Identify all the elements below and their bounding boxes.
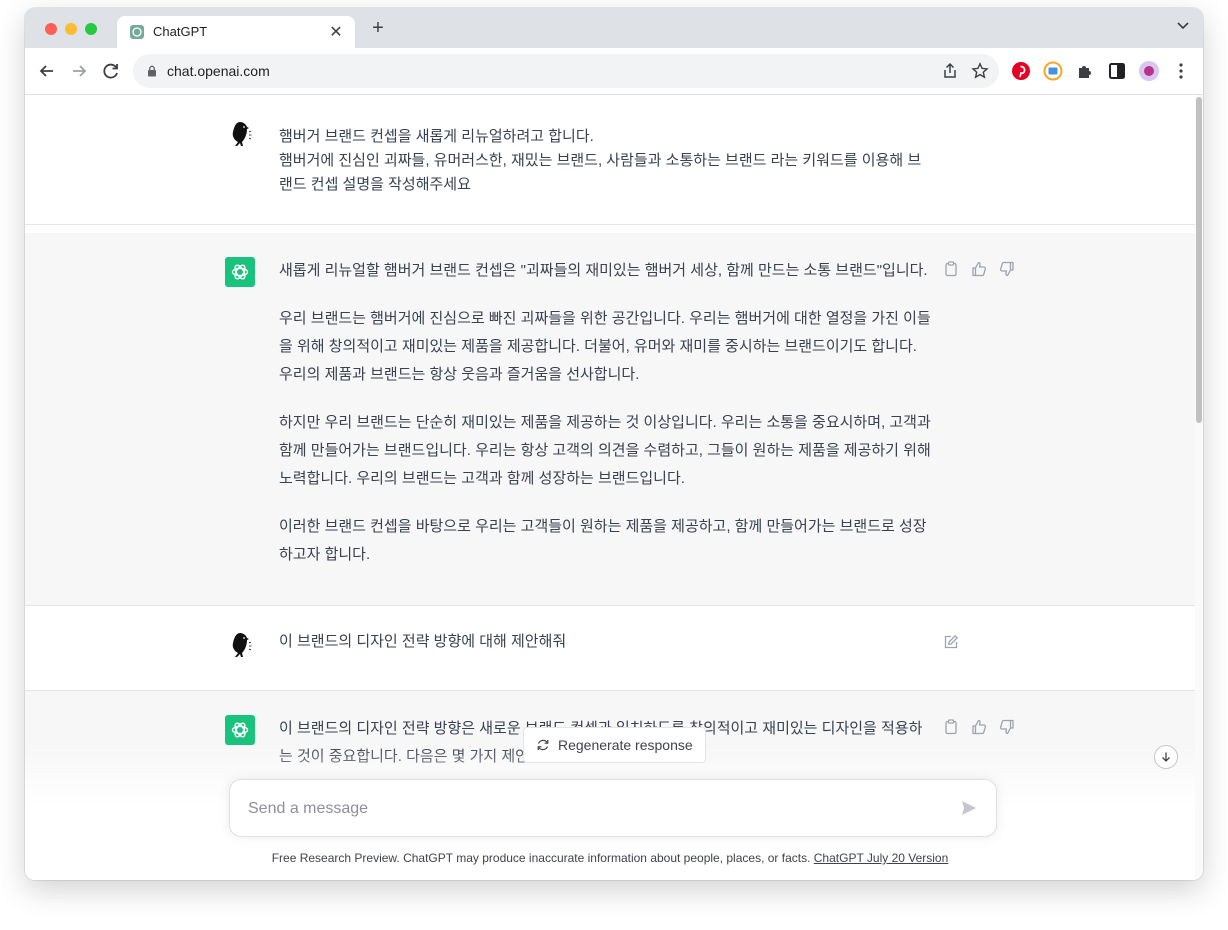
message-actions bbox=[943, 719, 1015, 735]
extensions-puzzle-icon[interactable] bbox=[1074, 60, 1096, 82]
chatgpt-avatar-icon bbox=[225, 257, 255, 287]
browser-window: ChatGPT ✕ + chat.openai.com 햄버거 브랜드 컨셉을 … bbox=[25, 8, 1203, 880]
message-paragraph: 하지만 우리 브랜드는 단순히 재미있는 제품을 제공하는 것 이상입니다. 우… bbox=[279, 414, 931, 487]
regenerate-icon bbox=[537, 739, 549, 751]
thumbs-down-icon[interactable] bbox=[999, 261, 1015, 277]
message-paragraph: 이러한 브랜드 컨셉을 바탕으로 우리는 고객들이 원하는 제품을 제공하고, … bbox=[279, 518, 927, 563]
tab-search-chevron-icon[interactable] bbox=[1177, 22, 1189, 30]
edit-icon[interactable] bbox=[943, 634, 959, 650]
message-line: 햄버거에 진심인 괴짜들, 유머러스한, 재밌는 브랜드, 사람들과 소통하는 … bbox=[279, 152, 922, 193]
scroll-to-bottom-button[interactable] bbox=[1154, 745, 1178, 769]
share-icon[interactable] bbox=[941, 62, 959, 80]
profile-avatar-icon[interactable] bbox=[1138, 60, 1160, 82]
message-paragraph: 새롭게 리뉴얼할 햄버거 브랜드 컨셉은 "괴짜들의 재미있는 햄버거 세상, … bbox=[279, 262, 928, 279]
copy-clipboard-icon[interactable] bbox=[943, 261, 959, 277]
footer-text: Free Research Preview. ChatGPT may produ… bbox=[271, 851, 814, 865]
regenerate-response-button[interactable]: Regenerate response bbox=[523, 727, 706, 763]
thumbs-down-icon[interactable] bbox=[999, 719, 1015, 735]
close-tab-icon[interactable]: ✕ bbox=[327, 22, 345, 42]
openai-logo-icon bbox=[231, 722, 249, 738]
user-bird-avatar-icon bbox=[232, 633, 252, 657]
pinterest-extension-icon[interactable] bbox=[1010, 60, 1032, 82]
back-arrow-icon[interactable] bbox=[36, 60, 58, 82]
maximize-window-button[interactable] bbox=[85, 23, 97, 35]
page-scrollbar[interactable] bbox=[1195, 95, 1203, 880]
user-bird-avatar-icon bbox=[232, 122, 252, 146]
thumbs-up-icon[interactable] bbox=[971, 261, 987, 277]
user-message: 이 브랜드의 디자인 전략 방향에 대해 제안해줘 bbox=[25, 606, 1195, 691]
chatgpt-favicon-icon bbox=[130, 25, 144, 39]
tab-bar: ChatGPT ✕ + bbox=[25, 8, 1203, 48]
forward-arrow-icon[interactable] bbox=[68, 60, 90, 82]
footer-disclaimer: Free Research Preview. ChatGPT may produ… bbox=[25, 851, 1195, 865]
message-input[interactable] bbox=[246, 796, 940, 822]
bookmark-star-icon[interactable] bbox=[971, 62, 989, 80]
address-bar[interactable]: chat.openai.com bbox=[133, 54, 999, 88]
copy-clipboard-icon[interactable] bbox=[943, 719, 959, 735]
tab-title: ChatGPT bbox=[153, 24, 208, 39]
assistant-message: 새롭게 리뉴얼할 햄버거 브랜드 컨셉은 "괴짜들의 재미있는 햄버거 세상, … bbox=[25, 233, 1195, 606]
url-text: chat.openai.com bbox=[167, 63, 270, 79]
close-window-button[interactable] bbox=[45, 23, 57, 35]
tab-chatgpt[interactable]: ChatGPT ✕ bbox=[117, 16, 355, 48]
new-tab-icon[interactable]: + bbox=[367, 18, 389, 38]
chatgpt-avatar-icon bbox=[225, 715, 255, 745]
arrow-down-icon bbox=[1162, 752, 1170, 762]
side-panel-icon[interactable] bbox=[1106, 60, 1128, 82]
message-actions bbox=[943, 261, 1015, 277]
message-line: 햄버거 브랜드 컨셉을 새롭게 리뉴얼하려고 합니다. bbox=[279, 128, 594, 145]
version-link[interactable]: ChatGPT July 20 Version bbox=[814, 851, 949, 865]
lock-icon bbox=[148, 65, 156, 77]
thumbs-up-icon[interactable] bbox=[971, 719, 987, 735]
message-line: 이 브랜드의 디자인 전략 방향에 대해 제안해줘 bbox=[279, 633, 567, 650]
openai-logo-icon bbox=[231, 264, 249, 280]
minimize-window-button[interactable] bbox=[65, 23, 77, 35]
user-message: 햄버거 브랜드 컨셉을 새롭게 리뉴얼하려고 합니다. 햄버거에 진심인 괴짜들… bbox=[25, 95, 1195, 225]
scrollbar-thumb[interactable] bbox=[1196, 97, 1202, 423]
message-paragraph: 우리 브랜드는 햄버거에 진심으로 빠진 괴짜들을 위한 공간입니다. 우리는 … bbox=[279, 310, 931, 383]
assistant-message-text: 새롭게 리뉴얼할 햄버거 브랜드 컨셉은 "괴짜들의 재미있는 햄버거 세상, … bbox=[279, 257, 931, 589]
browser-menu-icon[interactable] bbox=[1170, 60, 1192, 82]
user-message-text: 이 브랜드의 디자인 전략 방향에 대해 제안해줘 bbox=[279, 630, 931, 654]
message-actions bbox=[943, 634, 959, 650]
user-message-text: 햄버거 브랜드 컨셉을 새롭게 리뉴얼하려고 합니다. 햄버거에 진심인 괴짜들… bbox=[279, 125, 931, 197]
message-composer bbox=[229, 779, 997, 837]
reload-icon[interactable] bbox=[100, 60, 122, 82]
regenerate-label: Regenerate response bbox=[558, 737, 693, 753]
browser-toolbar: chat.openai.com bbox=[25, 48, 1203, 95]
chat-thread: 햄버거 브랜드 컨셉을 새롭게 리뉴얼하려고 합니다. 햄버거에 진심인 괴짜들… bbox=[25, 95, 1195, 880]
image-extension-icon[interactable] bbox=[1042, 60, 1064, 82]
send-icon[interactable] bbox=[960, 799, 978, 817]
